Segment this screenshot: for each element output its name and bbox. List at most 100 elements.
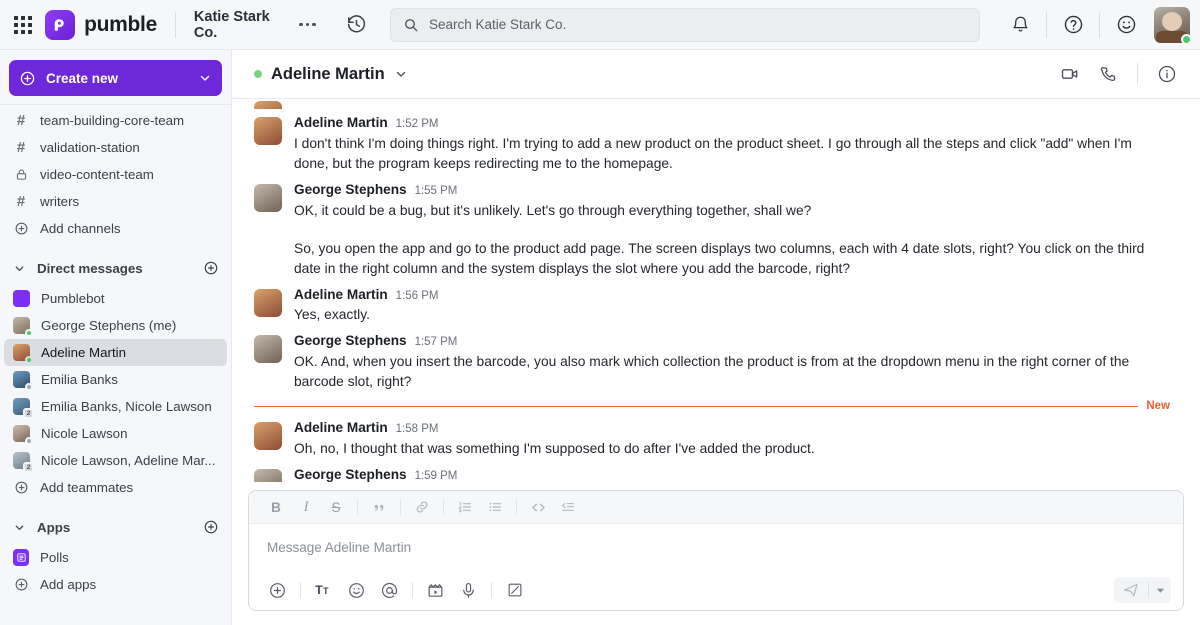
phone-icon[interactable] xyxy=(1091,57,1125,91)
sidebar-add-channels[interactable]: Add channels xyxy=(0,215,231,242)
message-row: George Stephens 1:57 PM OK. And, when yo… xyxy=(232,327,1184,394)
mention-button[interactable] xyxy=(373,575,406,605)
avatar xyxy=(13,425,33,445)
poll-icon xyxy=(13,549,29,566)
video-clip-button[interactable] xyxy=(419,575,452,605)
sidebar-item-label: Emilia Banks, Nicole Lawson xyxy=(41,399,212,414)
avatar xyxy=(254,288,282,317)
app-body: Create new # team-building-core-team # v… xyxy=(0,50,1200,625)
sidebar-channel-validation-station[interactable]: # validation-station xyxy=(0,134,231,161)
presence-indicator xyxy=(25,437,33,445)
composer-actions: T T xyxy=(249,570,1183,610)
sidebar: Create new # team-building-core-team # v… xyxy=(0,50,232,625)
message-author[interactable]: Adeline Martin xyxy=(294,115,388,131)
toolbar-divider xyxy=(412,582,413,598)
question-circle-icon[interactable] xyxy=(1053,5,1093,45)
workspace-switcher[interactable]: Katie Stark Co. xyxy=(194,9,316,41)
blockquote-button[interactable] xyxy=(364,494,394,520)
history-clock-icon[interactable] xyxy=(344,11,370,39)
sidebar-add-teammates[interactable]: Add teammates xyxy=(0,474,231,501)
plus-circle-icon[interactable] xyxy=(203,519,219,535)
chevron-down-icon[interactable] xyxy=(1149,577,1171,603)
message-text-continued: So, you open the app and go to the produ… xyxy=(294,240,1145,276)
topbar-divider xyxy=(174,11,176,38)
link-button[interactable] xyxy=(407,494,437,520)
sidebar-item-label: Add teammates xyxy=(40,480,134,495)
video-camera-icon[interactable] xyxy=(1053,57,1087,91)
italic-button[interactable]: I xyxy=(291,494,321,520)
code-block-button[interactable] xyxy=(553,494,583,520)
chevron-down-icon xyxy=(13,521,26,534)
conversation-title[interactable]: Adeline Martin xyxy=(254,65,408,84)
message-meta: George Stephens 1:55 PM xyxy=(294,182,1170,199)
attach-button[interactable] xyxy=(261,575,294,605)
message-text: I don't think I'm doing things right. I'… xyxy=(294,135,1132,171)
message-meta: George Stephens 1:59 PM xyxy=(294,467,1170,482)
info-circle-icon[interactable] xyxy=(1150,57,1184,91)
toolbar-divider xyxy=(491,582,492,598)
sidebar-section-label: Direct messages xyxy=(37,260,143,276)
sidebar-dm-emilia-banks[interactable]: Emilia Banks xyxy=(0,366,231,393)
smiley-face-icon[interactable] xyxy=(1106,5,1146,45)
sidebar-item-label: Nicole Lawson xyxy=(41,426,128,441)
create-new-button[interactable]: Create new xyxy=(9,60,222,96)
sidebar-channel-team-building-core-team[interactable]: # team-building-core-team xyxy=(0,107,231,134)
message-author[interactable]: George Stephens xyxy=(294,333,407,349)
message-list[interactable]: Adeline Martin 1:52 PM I don't think I'm… xyxy=(232,99,1200,482)
message-author[interactable]: George Stephens xyxy=(294,467,407,482)
message-author[interactable]: Adeline Martin xyxy=(294,287,388,303)
workspace-name: Katie Stark Co. xyxy=(193,8,270,41)
message-author[interactable]: Adeline Martin xyxy=(294,420,388,436)
avatar xyxy=(254,117,282,145)
more-horizontal-icon[interactable] xyxy=(299,22,316,27)
strikethrough-button[interactable]: S xyxy=(321,494,351,520)
bold-button[interactable]: B xyxy=(261,494,291,520)
bell-icon[interactable] xyxy=(1000,5,1040,45)
message-input[interactable]: Message Adeline Martin xyxy=(249,524,1183,570)
sidebar-section-direct-messages[interactable]: Direct messages xyxy=(0,251,231,285)
sidebar-app-polls[interactable]: Polls xyxy=(0,544,231,571)
sidebar-section-apps[interactable]: Apps xyxy=(0,510,231,544)
message-author[interactable]: George Stephens xyxy=(294,182,407,198)
code-button[interactable] xyxy=(523,494,553,520)
message-row: Adeline Martin 1:58 PM Oh, no, I thought… xyxy=(232,414,1184,461)
message-timestamp: 1:55 PM xyxy=(414,184,458,197)
sidebar-item-label: Emilia Banks xyxy=(41,372,118,387)
emoji-button[interactable] xyxy=(340,575,373,605)
search-input[interactable]: Search Katie Stark Co. xyxy=(390,7,980,42)
sidebar-add-apps[interactable]: Add apps xyxy=(0,571,231,598)
sidebar-section-label: Apps xyxy=(37,519,71,535)
sidebar-dm-emilia-banks-nicole-lawson[interactable]: 2 Emilia Banks, Nicole Lawson xyxy=(0,393,231,420)
ordered-list-button[interactable] xyxy=(450,494,480,520)
conversation-actions xyxy=(1053,57,1184,91)
sidebar-scroll[interactable]: # team-building-core-team # validation-s… xyxy=(0,104,231,625)
text-format-button[interactable]: T T xyxy=(307,575,340,605)
sidebar-channel-writers[interactable]: # writers xyxy=(0,188,231,215)
bot-avatar-icon xyxy=(13,290,30,307)
sidebar-dm-adeline-martin[interactable]: Adeline Martin xyxy=(4,339,227,366)
pumble-mark-icon xyxy=(45,9,76,40)
avatar xyxy=(13,317,33,337)
message-text: OK, it could be a bug, but it's unlikely… xyxy=(294,202,812,218)
chevron-down-icon[interactable] xyxy=(394,67,408,81)
topbar-divider-2 xyxy=(1046,11,1047,38)
sidebar-dm-george-stephens[interactable]: George Stephens (me) xyxy=(0,312,231,339)
chevron-down-icon xyxy=(13,262,26,275)
new-badge: New xyxy=(1146,400,1170,413)
search-placeholder: Search Katie Stark Co. xyxy=(429,17,567,32)
avatar[interactable] xyxy=(1154,6,1192,45)
apps-grid-icon[interactable] xyxy=(0,15,45,34)
sidebar-dm-nicole-lawson-adeline-martin[interactable]: 2 Nicole Lawson, Adeline Mar... xyxy=(0,447,231,474)
presence-indicator xyxy=(25,383,33,391)
sidebar-dm-pumblebot[interactable]: Pumblebot xyxy=(0,285,231,312)
whiteboard-button[interactable] xyxy=(498,575,531,605)
sidebar-dm-nicole-lawson[interactable]: Nicole Lawson xyxy=(0,420,231,447)
plus-circle-icon[interactable] xyxy=(203,260,219,276)
avatar xyxy=(254,335,282,364)
send-paper-plane-icon[interactable] xyxy=(1114,577,1148,603)
audio-clip-button[interactable] xyxy=(452,575,485,605)
message-meta: Adeline Martin 1:56 PM xyxy=(294,287,1170,304)
sidebar-channel-video-content-team[interactable]: video-content-team xyxy=(0,161,231,188)
bulleted-list-button[interactable] xyxy=(480,494,510,520)
presence-indicator xyxy=(254,70,262,78)
